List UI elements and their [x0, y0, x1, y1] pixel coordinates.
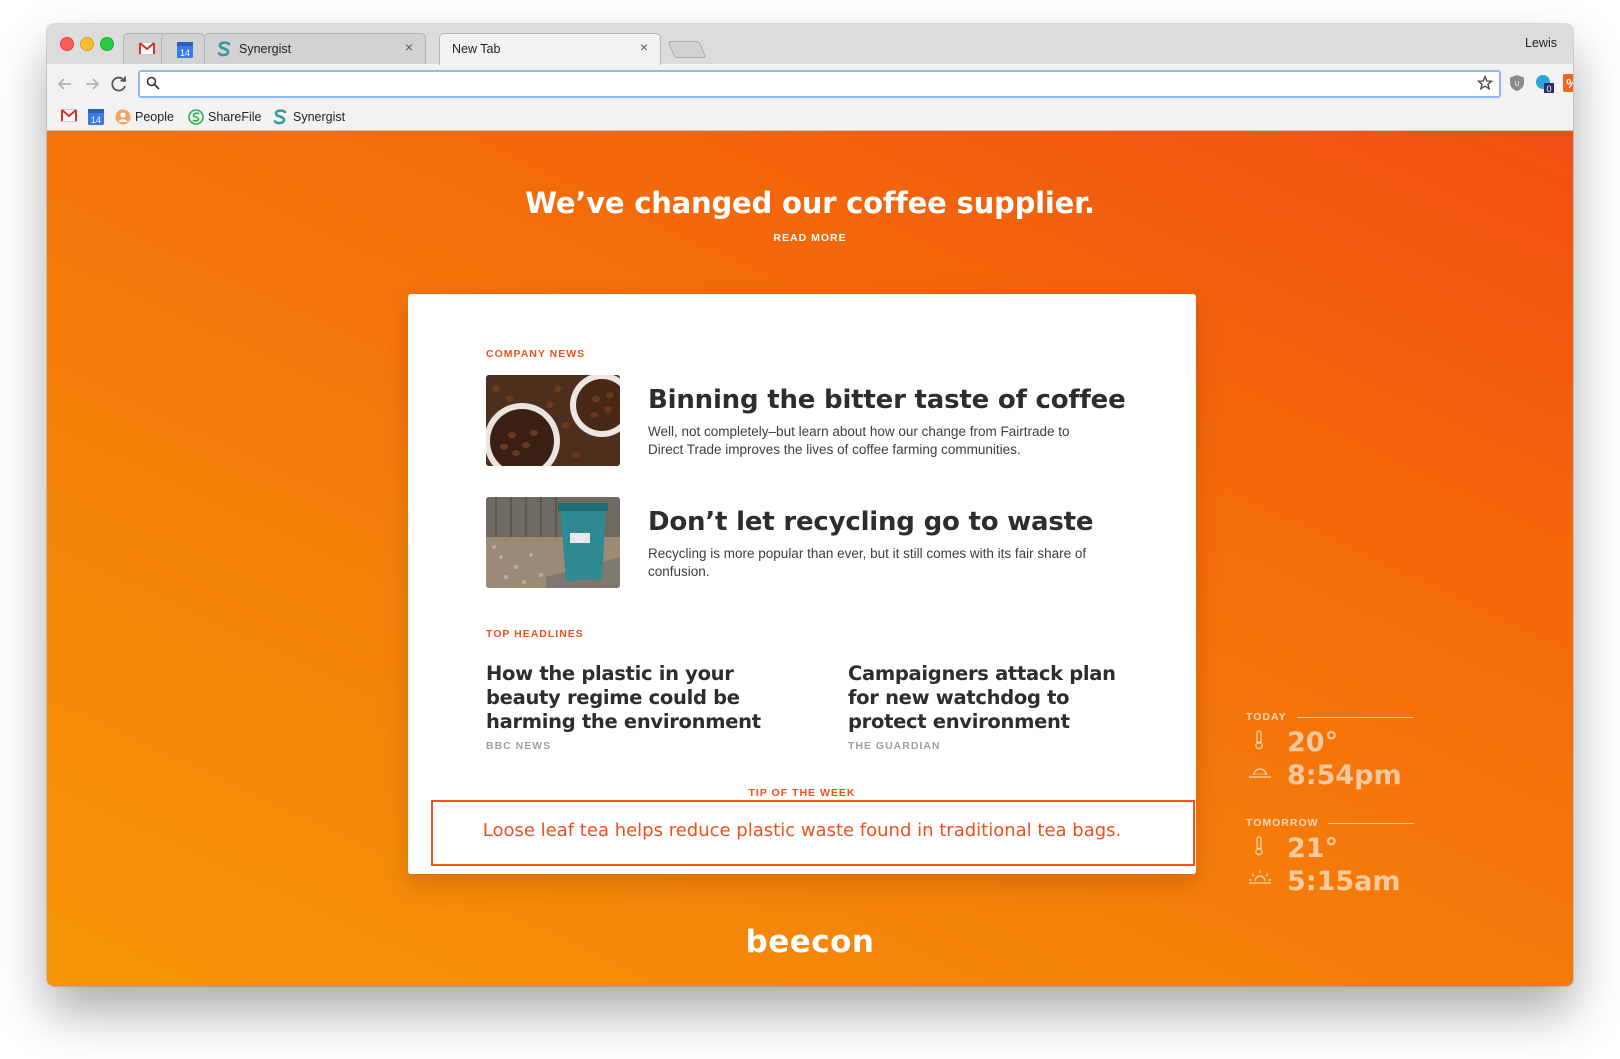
address-input[interactable]	[166, 74, 1460, 96]
bookmark-star-icon[interactable]	[1476, 74, 1494, 96]
headline-item[interactable]: Campaigners attack plan for new watchdog…	[848, 662, 1128, 752]
synergist-icon	[217, 41, 231, 62]
bookmark-synergist[interactable]: Synergist	[273, 108, 353, 126]
weather-tomorrow-temperature: 21°	[1287, 833, 1339, 864]
bookmark-label: People	[135, 110, 174, 124]
weather-today-temperature: 20°	[1287, 727, 1339, 758]
zoom-window-button[interactable]	[100, 37, 114, 51]
sunset-icon	[1248, 765, 1272, 784]
story-description: Well, not completely–but learn about how…	[648, 424, 1070, 457]
minimize-window-button[interactable]	[80, 37, 94, 51]
toolbar: U 0 %	[47, 64, 1573, 104]
story-title: Don’t let recycling go to waste	[648, 507, 1094, 537]
tab-synergist[interactable]: Synergist ×	[204, 33, 426, 64]
tab-label: New Tab	[452, 42, 501, 56]
weather-tomorrow-sunrise-time: 5:15am	[1287, 866, 1401, 897]
extension-badge-icon[interactable]: 0	[1535, 74, 1554, 94]
bookmarks-bar: 14 People ShareFile Synergist	[47, 104, 1573, 131]
news-card: COMPANY NEWS Binning the bitter taste of…	[408, 294, 1196, 874]
headline-source: BBC NEWS	[486, 740, 552, 752]
calendar-icon: 14	[88, 109, 104, 130]
address-bar[interactable]	[138, 70, 1501, 98]
close-window-button[interactable]	[60, 37, 74, 51]
company-news-label: COMPANY NEWS	[486, 348, 586, 360]
svg-text:0: 0	[1546, 84, 1551, 94]
people-icon	[115, 109, 131, 130]
close-tab-icon[interactable]: ×	[636, 39, 652, 55]
headline-title: Campaigners attack plan for new watchdog…	[848, 662, 1116, 733]
gmail-icon	[61, 109, 77, 127]
svg-text:%: %	[1566, 76, 1573, 91]
weather-tomorrow-label: TOMORROW	[1246, 817, 1319, 829]
tab-strip: 14 Synergist × New Tab × Lewis	[47, 24, 1573, 65]
synergist-icon	[273, 109, 287, 130]
close-tab-icon[interactable]: ×	[401, 39, 417, 55]
svg-text:U: U	[1514, 81, 1519, 88]
calendar-icon: 14	[177, 42, 193, 63]
new-tab-page: We’ve changed our coffee supplier. READ …	[47, 131, 1573, 986]
top-headlines-label: TOP HEADLINES	[486, 628, 584, 640]
tip-text: Loose leaf tea helps reduce plastic wast…	[482, 820, 1122, 841]
hero-title: We’ve changed our coffee supplier.	[525, 186, 1095, 220]
headline-item[interactable]: How the plastic in your beauty regime co…	[486, 662, 766, 752]
svg-text:14: 14	[180, 48, 190, 58]
shield-extension-icon[interactable]: U	[1508, 74, 1526, 92]
tab-new-tab[interactable]: New Tab ×	[439, 33, 661, 65]
svg-text:14: 14	[91, 115, 101, 125]
divider	[1297, 717, 1414, 718]
weather-today-label: TODAY	[1246, 711, 1287, 723]
story-title: Binning the bitter taste of coffee	[648, 385, 1126, 415]
profile-name[interactable]: Lewis	[1525, 36, 1557, 50]
divider	[1328, 823, 1414, 824]
story-item[interactable]: Binning the bitter taste of coffee Well,…	[486, 375, 1126, 467]
reload-icon[interactable]	[107, 72, 131, 96]
weather-today-sunset-time: 8:54pm	[1287, 760, 1402, 791]
bookmark-people[interactable]: People	[115, 108, 179, 126]
coffee-beans-thumbnail	[486, 375, 620, 466]
browser-window: 14 Synergist × New Tab × Lewis U 0 14 Pe…	[47, 24, 1573, 986]
headline-title: How the plastic in your beauty regime co…	[486, 662, 761, 733]
tab-calendar[interactable]: 14	[161, 33, 205, 64]
tip-label: TIP OF THE WEEK	[408, 783, 1196, 801]
thermometer-icon	[1254, 836, 1264, 861]
forward-icon[interactable]	[80, 72, 104, 96]
headline-source: THE GUARDIAN	[848, 740, 941, 752]
read-more-link[interactable]: READ MORE	[47, 232, 1573, 244]
sunrise-icon	[1248, 869, 1272, 890]
story-item[interactable]: Don’t let recycling go to waste Recyclin…	[486, 497, 1106, 589]
sharefile-icon	[188, 109, 204, 130]
gmail-icon	[139, 42, 155, 60]
beecon-logo: beecon	[745, 924, 875, 960]
percent-extension-icon[interactable]: %	[1563, 74, 1573, 92]
recycling-bin-thumbnail	[486, 497, 620, 588]
new-tab-button[interactable]	[667, 41, 707, 58]
tip-label-text: TIP OF THE WEEK	[738, 787, 866, 799]
story-description: Recycling is more popular than ever, but…	[648, 546, 1087, 579]
bookmark-label: Synergist	[293, 110, 346, 124]
search-icon	[146, 76, 160, 95]
back-icon[interactable]	[53, 72, 77, 96]
thermometer-icon	[1254, 730, 1264, 755]
tab-label: Synergist	[239, 42, 292, 56]
bookmark-label: ShareFile	[208, 110, 262, 124]
bookmark-sharefile[interactable]: ShareFile	[188, 108, 264, 126]
